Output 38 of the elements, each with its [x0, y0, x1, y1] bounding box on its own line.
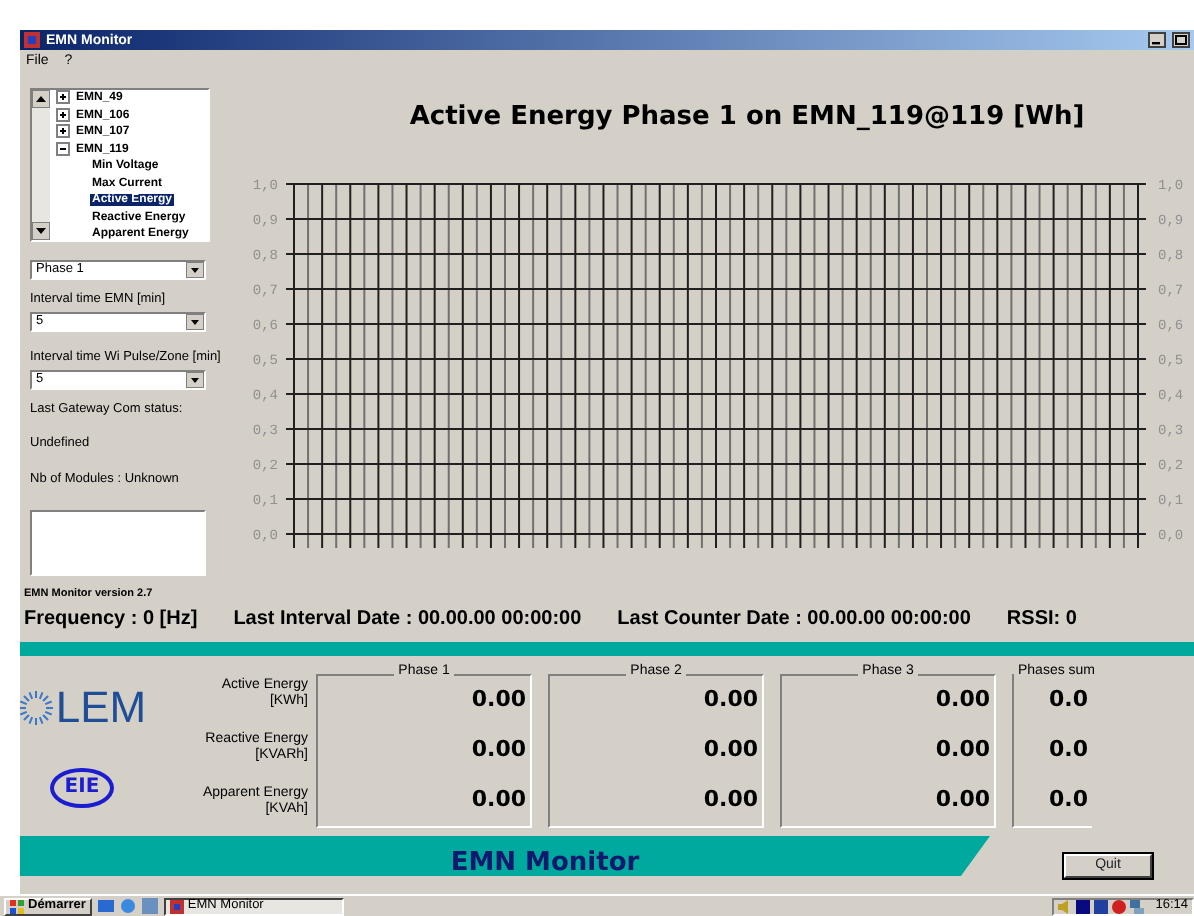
dropdown-arrow-icon[interactable]	[186, 262, 204, 278]
windows-logo-icon	[10, 899, 24, 913]
logo-text: EIE	[50, 768, 114, 809]
status-text: RSSI: 0	[1006, 606, 1077, 634]
status-text: Last Interval Date : 00.00.00 00:00:00	[233, 606, 582, 634]
energy-value: 0.00	[469, 784, 526, 817]
expand-icon[interactable]	[56, 107, 70, 122]
dropdown-arrow-icon[interactable]	[186, 371, 204, 387]
energy-value: 0.0	[1047, 734, 1088, 767]
energy-value: 0.0	[1047, 684, 1088, 717]
energy-value: 0.00	[701, 784, 758, 817]
dropdown-arrow-icon[interactable]	[186, 313, 204, 330]
chart-title: Active Energy Phase 1 on EMN_119@119 [Wh]	[407, 100, 1087, 136]
logo-text: LEM	[55, 685, 147, 730]
scroll-up-icon[interactable]	[32, 90, 50, 108]
status-text: Frequency : 0 [Hz]	[24, 606, 198, 634]
footer-title: EMN Monitor	[448, 850, 640, 876]
energy-value: 0.00	[469, 684, 526, 717]
energy-value: 0.00	[933, 684, 990, 717]
maximize-icon[interactable]	[1172, 32, 1190, 48]
expand-icon[interactable]	[56, 124, 70, 139]
energy-value: 0.0	[1047, 784, 1088, 817]
scroll-down-icon[interactable]	[32, 222, 50, 240]
square-icon[interactable]	[1093, 899, 1108, 913]
collapse-icon[interactable]	[56, 141, 70, 156]
expand-icon[interactable]	[56, 90, 70, 104]
scrollbar[interactable]	[32, 90, 50, 240]
sunburst-icon	[20, 689, 54, 726]
energy-value: 0.00	[701, 684, 758, 717]
circle-icon[interactable]	[1111, 899, 1126, 913]
text-area[interactable]	[30, 509, 206, 576]
status-text: Last Counter Date : 00.00.00 00:00:00	[617, 606, 971, 634]
minimize-icon[interactable]	[1148, 32, 1166, 48]
energy-value: 0.00	[701, 734, 758, 767]
energy-value: 0.00	[933, 734, 990, 767]
energy-value: 0.00	[469, 734, 526, 767]
energy-value: 0.00	[933, 784, 990, 817]
square-icon[interactable]	[1075, 899, 1090, 913]
